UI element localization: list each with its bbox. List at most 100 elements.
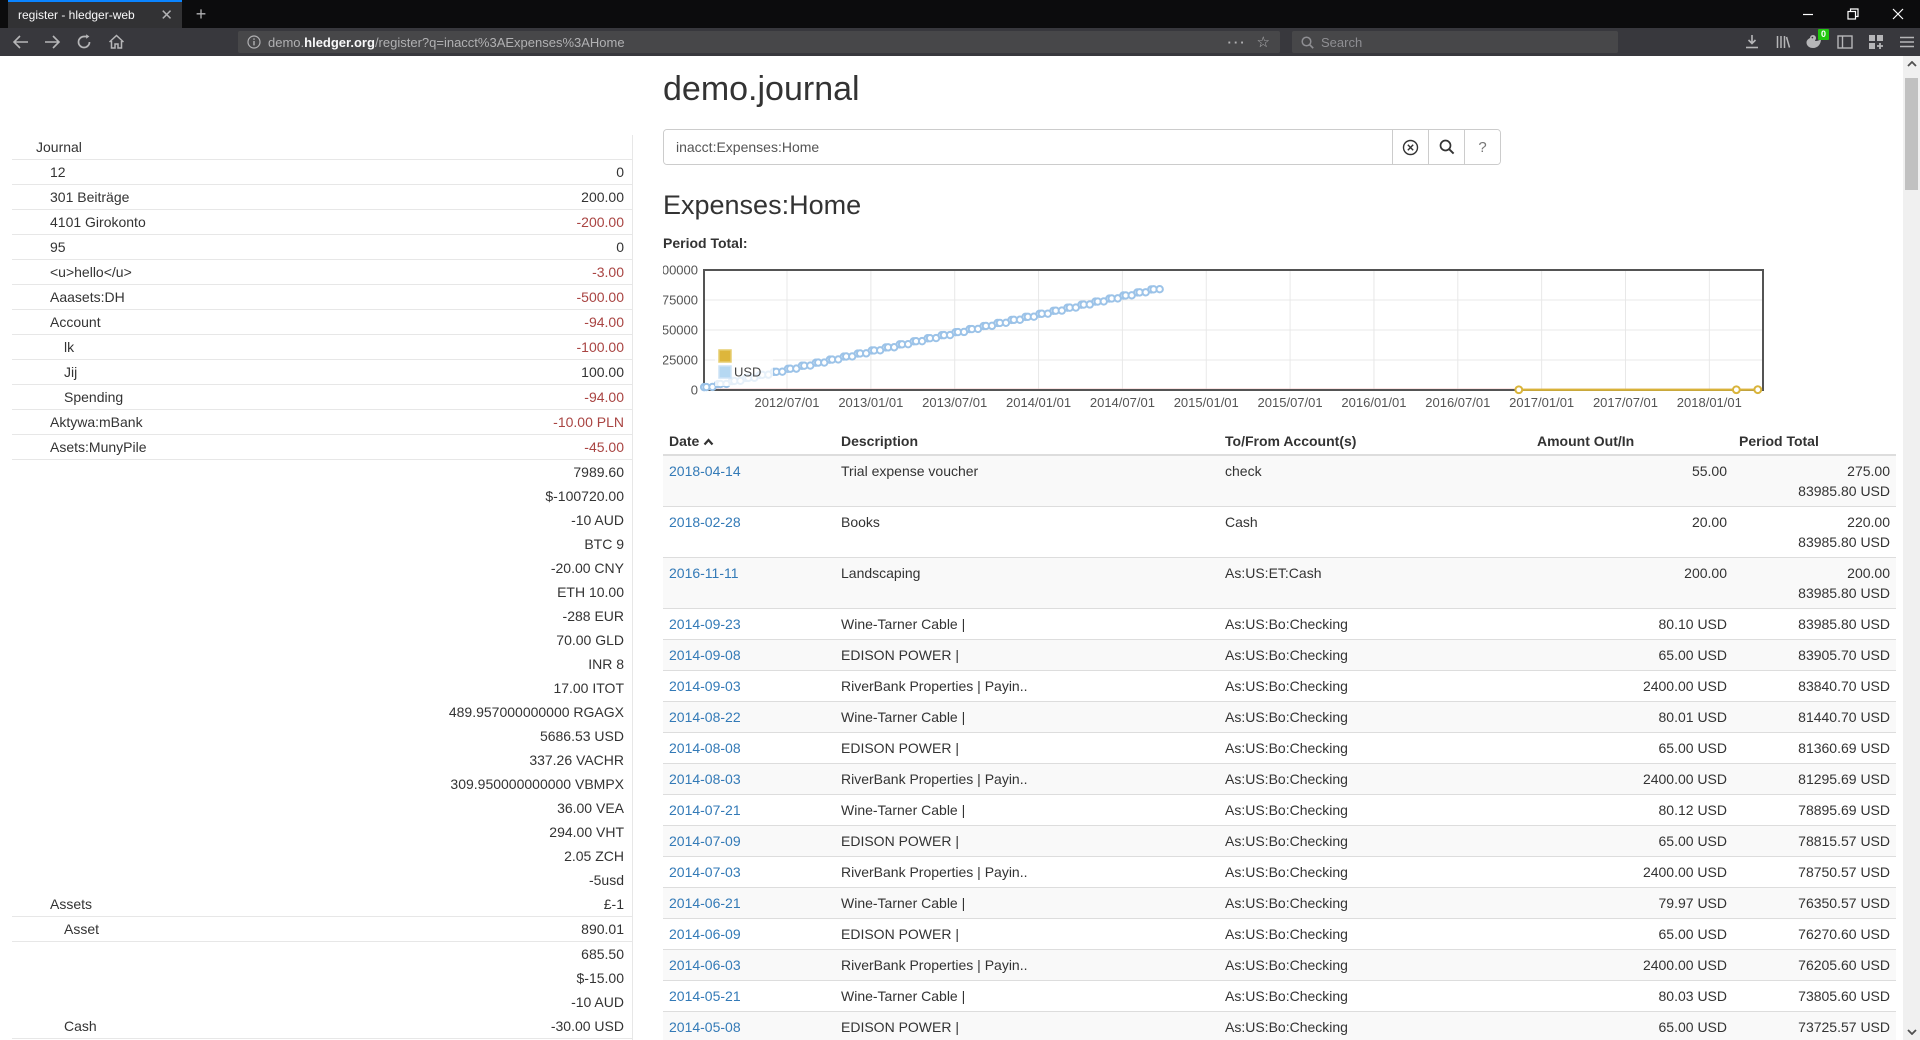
window-close-button[interactable] bbox=[1875, 0, 1920, 28]
sidebar-journal-link[interactable]: Journal bbox=[12, 135, 82, 159]
sidebar-account-row[interactable]: lk-100.00 bbox=[12, 335, 632, 360]
sidebar-account-row[interactable]: 120 bbox=[12, 160, 632, 185]
register-row[interactable]: 2014-05-21Wine-Tarner Cable |As:US:Bo:Ch… bbox=[663, 981, 1896, 1012]
sidebar-account-link[interactable]: Aaasets:DH bbox=[12, 285, 125, 309]
transaction-date-link[interactable]: 2014-07-03 bbox=[669, 864, 741, 880]
sidebar-account-row[interactable]: 950 bbox=[12, 235, 632, 260]
sidebar-account-row[interactable]: Account-94.00 bbox=[12, 310, 632, 335]
register-row[interactable]: 2018-02-28BooksCash20.00220.0083985.80 U… bbox=[663, 507, 1896, 558]
register-column-header[interactable]: Period Total bbox=[1733, 428, 1896, 455]
url-bar[interactable]: demo.hledger.org/register?q=inacct%3AExp… bbox=[238, 31, 1280, 53]
extension-duck-icon[interactable]: 0 bbox=[1805, 33, 1823, 51]
register-column-header[interactable]: Description bbox=[835, 428, 1219, 455]
register-row[interactable]: 2014-08-08EDISON POWER |As:US:Bo:Checkin… bbox=[663, 733, 1896, 764]
transaction-date-link[interactable]: 2014-06-09 bbox=[669, 926, 741, 942]
sidebar-account-link[interactable]: Assets bbox=[12, 892, 92, 916]
register-column-header[interactable]: Amount Out/In bbox=[1531, 428, 1733, 455]
register-row[interactable]: 2014-08-22Wine-Tarner Cable |As:US:Bo:Ch… bbox=[663, 702, 1896, 733]
register-row[interactable]: 2014-06-21Wine-Tarner Cable |As:US:Bo:Ch… bbox=[663, 888, 1896, 919]
sidebar-account-row[interactable]: Asset890.01 bbox=[12, 917, 632, 942]
sidebar-account-row[interactable]: Jij100.00 bbox=[12, 360, 632, 385]
transaction-date-link[interactable]: 2014-06-03 bbox=[669, 957, 741, 973]
sidebar-account-row[interactable]: 4101 Girokonto-200.00 bbox=[12, 210, 632, 235]
home-button[interactable] bbox=[102, 30, 130, 54]
transaction-date-link[interactable]: 2014-08-22 bbox=[669, 709, 741, 725]
transaction-date-link[interactable]: 2014-06-21 bbox=[669, 895, 741, 911]
transaction-date-link[interactable]: 2016-11-11 bbox=[669, 565, 739, 581]
menu-hamburger-icon[interactable] bbox=[1898, 33, 1916, 51]
register-row[interactable]: 2014-07-09EDISON POWER |As:US:Bo:Checkin… bbox=[663, 826, 1896, 857]
sidebar-account-row[interactable]: Assets7989.60$-100720.00-10 AUDBTC 9-20.… bbox=[12, 460, 632, 917]
period-total-chart[interactable]: 02500050000750001000002012/07/012013/01/… bbox=[663, 257, 1768, 412]
apps-grid-icon[interactable] bbox=[1867, 33, 1885, 51]
sidebar-journal-row[interactable]: Journal bbox=[12, 135, 632, 160]
sidebar-account-row[interactable]: Aktywa:mBank-10.00 PLN bbox=[12, 410, 632, 435]
sidebar-toggle-icon[interactable] bbox=[1836, 33, 1854, 51]
downloads-icon[interactable] bbox=[1743, 33, 1761, 51]
sidebar-account-link[interactable]: Spending bbox=[12, 385, 123, 409]
transaction-date-link[interactable]: 2014-09-03 bbox=[669, 678, 741, 694]
scroll-up-icon[interactable] bbox=[1903, 56, 1920, 72]
transaction-date-link[interactable]: 2014-09-08 bbox=[669, 647, 741, 663]
page-scrollbar[interactable] bbox=[1903, 56, 1920, 1040]
transaction-date-link[interactable]: 2014-08-08 bbox=[669, 740, 741, 756]
clear-query-button[interactable] bbox=[1392, 130, 1428, 164]
tab-register[interactable]: register - hledger-web ✕ bbox=[8, 0, 182, 28]
transaction-date-link[interactable]: 2018-02-28 bbox=[669, 514, 741, 530]
back-button[interactable] bbox=[6, 30, 34, 54]
browser-search-box[interactable]: Search bbox=[1292, 31, 1618, 53]
transaction-date-link[interactable]: 2018-04-14 bbox=[669, 463, 741, 479]
window-minimize-button[interactable] bbox=[1785, 0, 1830, 28]
register-row[interactable]: 2014-08-03RiverBank Properties | Payin..… bbox=[663, 764, 1896, 795]
search-submit-button[interactable] bbox=[1428, 130, 1464, 164]
register-row[interactable]: 2014-06-03RiverBank Properties | Payin..… bbox=[663, 950, 1896, 981]
page-actions-icon[interactable]: ··· bbox=[1228, 35, 1247, 50]
search-help-button[interactable]: ? bbox=[1464, 130, 1500, 164]
sidebar-account-link[interactable]: 12 bbox=[12, 160, 66, 184]
register-row[interactable]: 2014-05-08EDISON POWER |As:US:Bo:Checkin… bbox=[663, 1012, 1896, 1040]
sidebar-account-link[interactable]: Asets:MunyPile bbox=[12, 435, 146, 459]
transaction-date-link[interactable]: 2014-05-08 bbox=[669, 1019, 741, 1035]
sidebar-account-row[interactable]: Spending-94.00 bbox=[12, 385, 632, 410]
register-row[interactable]: 2018-04-14Trial expense vouchercheck55.0… bbox=[663, 455, 1896, 507]
register-row[interactable]: 2014-09-03RiverBank Properties | Payin..… bbox=[663, 671, 1896, 702]
window-restore-button[interactable] bbox=[1830, 0, 1875, 28]
register-row[interactable]: 2016-11-11LandscapingAs:US:ET:Cash200.00… bbox=[663, 558, 1896, 609]
register-row[interactable]: 2014-07-03RiverBank Properties | Payin..… bbox=[663, 857, 1896, 888]
sidebar-account-link[interactable]: lk bbox=[12, 335, 74, 359]
transaction-date-link[interactable]: 2014-07-21 bbox=[669, 802, 741, 818]
sidebar-account-link[interactable]: 4101 Girokonto bbox=[12, 210, 146, 234]
register-row[interactable]: 2014-06-09EDISON POWER |As:US:Bo:Checkin… bbox=[663, 919, 1896, 950]
sidebar-account-link[interactable]: Cash bbox=[12, 1014, 97, 1038]
scrollbar-thumb[interactable] bbox=[1905, 78, 1918, 190]
scroll-down-icon[interactable] bbox=[1903, 1024, 1920, 1040]
register-row[interactable]: 2014-09-08EDISON POWER |As:US:Bo:Checkin… bbox=[663, 640, 1896, 671]
sidebar-account-link[interactable]: Account bbox=[12, 310, 101, 334]
reload-button[interactable] bbox=[70, 30, 98, 54]
sidebar-account-link[interactable]: Aktywa:mBank bbox=[12, 410, 143, 434]
transaction-date-link[interactable]: 2014-09-23 bbox=[669, 616, 741, 632]
sidebar-account-row[interactable]: <u>hello</u>-3.00 bbox=[12, 260, 632, 285]
transaction-date-link[interactable]: 2014-05-21 bbox=[669, 988, 741, 1004]
transaction-date-link[interactable]: 2014-07-09 bbox=[669, 833, 741, 849]
sidebar-account-row[interactable]: Asets:MunyPile-45.00 bbox=[12, 435, 632, 460]
register-row[interactable]: 2014-07-21Wine-Tarner Cable |As:US:Bo:Ch… bbox=[663, 795, 1896, 826]
query-input[interactable] bbox=[664, 130, 1392, 164]
sidebar-account-row[interactable]: Aaasets:DH-500.00 bbox=[12, 285, 632, 310]
sidebar-account-row[interactable]: 301 Beiträge200.00 bbox=[12, 185, 632, 210]
sidebar-account-link[interactable]: 95 bbox=[12, 235, 66, 259]
bookmark-star-icon[interactable]: ☆ bbox=[1257, 33, 1270, 51]
register-row[interactable]: 2014-09-23Wine-Tarner Cable |As:US:Bo:Ch… bbox=[663, 609, 1896, 640]
register-column-header[interactable]: To/From Account(s) bbox=[1219, 428, 1531, 455]
transaction-date-link[interactable]: 2014-08-03 bbox=[669, 771, 741, 787]
sidebar-account-link[interactable]: 301 Beiträge bbox=[12, 185, 129, 209]
library-icon[interactable] bbox=[1774, 33, 1792, 51]
tab-close-icon[interactable]: ✕ bbox=[151, 6, 182, 24]
site-info-icon[interactable] bbox=[238, 35, 268, 49]
forward-button[interactable] bbox=[38, 30, 66, 54]
new-tab-button[interactable]: + bbox=[188, 2, 214, 26]
sidebar-account-link[interactable]: Jij bbox=[12, 360, 77, 384]
sidebar-account-row[interactable]: Cash685.50$-15.00-10 AUD-30.00 USD bbox=[12, 942, 632, 1039]
sidebar-account-link[interactable]: Asset bbox=[12, 917, 99, 941]
sidebar-account-link[interactable]: <u>hello</u> bbox=[12, 260, 132, 284]
